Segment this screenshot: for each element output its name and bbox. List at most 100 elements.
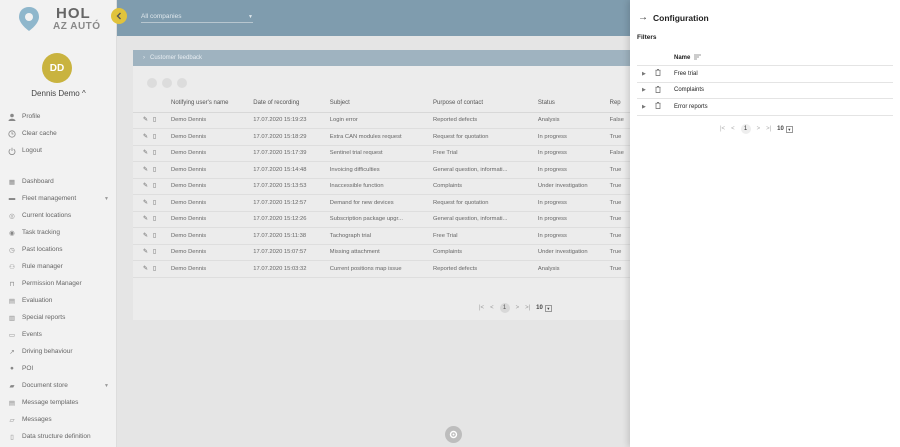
feedback-table: Notifying user's name Date of recording … (133, 94, 630, 278)
column-header[interactable]: Rep (605, 94, 630, 113)
delete-icon[interactable]: ▯ (153, 266, 156, 272)
sidebar-collapse-button[interactable] (111, 8, 127, 24)
edit-icon[interactable]: ✎ (143, 266, 148, 272)
sidebar-item-messages[interactable]: ▱ Messages (0, 411, 117, 428)
menu-item-clear-cache[interactable]: Clear cache (0, 125, 117, 142)
table-row[interactable]: ✎ ▯ Demo Dennis 17.07.2020 15:13:53 Inaccess… (133, 178, 630, 195)
delete-icon[interactable]: ▯ (153, 134, 156, 140)
sidebar-item-current-locations[interactable]: ◎ Current locations (0, 207, 117, 224)
table-row[interactable]: ✎ ▯ Demo Dennis 17.07.2020 15:03:32 Current … (133, 260, 630, 278)
company-select[interactable]: All companies ▼ (141, 13, 253, 23)
delete-icon[interactable]: ▯ (153, 117, 156, 123)
last-page-button[interactable]: >| (525, 305, 530, 311)
search-icon[interactable] (162, 78, 172, 88)
sidebar-item-events[interactable]: ▭ Events (0, 326, 117, 343)
edit-icon[interactable]: ✎ (143, 134, 148, 140)
chevron-down-icon: ▼ (104, 382, 109, 389)
delete-icon[interactable] (655, 69, 663, 78)
next-page-button[interactable]: > (757, 126, 761, 132)
first-page-button[interactable]: |< (479, 305, 484, 311)
avatar[interactable]: DD (42, 53, 72, 83)
card-header-label: Customer feedback (150, 55, 203, 61)
sidebar-item-task-tracking[interactable]: ◉ Task tracking (0, 224, 117, 241)
sidebar-item-document-store[interactable]: ▰ Document store ▼ (0, 377, 117, 394)
sidebar-item-fleet-management[interactable]: ▬ Fleet management ▼ (0, 190, 117, 207)
sidebar-item-driving-behaviour[interactable]: ↗ Driving behaviour (0, 343, 117, 360)
sort-icon[interactable] (694, 54, 702, 62)
delete-icon[interactable]: ▯ (153, 200, 156, 206)
edit-icon[interactable]: ✎ (143, 117, 148, 123)
list-item-label: Error reports (674, 103, 708, 110)
delete-icon[interactable]: ▯ (153, 233, 156, 239)
delete-icon[interactable]: ▯ (153, 249, 156, 255)
page-size-select[interactable]: 10 ▼ (536, 304, 552, 312)
page-size-select[interactable]: 10 ▼ (777, 125, 793, 133)
table-cell: False (605, 145, 630, 162)
table-row[interactable]: ✎ ▯ Demo Dennis 17.07.2020 15:12:57 Demand f… (133, 194, 630, 212)
column-header[interactable]: Notifying user's name (167, 94, 250, 113)
sidebar-item-evaluation[interactable]: ▤ Evaluation (0, 292, 117, 309)
edit-icon[interactable]: ✎ (143, 167, 148, 173)
menu-item-profile[interactable]: Profile (0, 108, 117, 125)
table-row[interactable]: ✎ ▯ Demo Dennis 17.07.2020 15:11:38 Tachogra… (133, 227, 630, 245)
table-cell: Demo Dennis (167, 244, 250, 261)
next-page-button[interactable]: > (516, 305, 520, 311)
user-menu-toggle[interactable]: Dennis Demo ^ (0, 89, 117, 98)
edit-icon[interactable]: ✎ (143, 233, 148, 239)
prev-page-button[interactable]: < (490, 305, 494, 311)
sidebar-item-message-templates[interactable]: ▤ Message templates (0, 394, 117, 411)
list-item[interactable]: ▶ Free trial (637, 66, 893, 83)
prev-page-button[interactable]: < (731, 126, 735, 132)
sidebar-item-permission-manager[interactable]: ⊓ Permission Manager (0, 275, 117, 292)
list-item[interactable]: ▶ Complaints (637, 83, 893, 99)
table-row[interactable]: ✎ ▯ Demo Dennis 17.07.2020 15:17:39 Sentinel… (133, 145, 630, 162)
edit-icon[interactable]: ✎ (143, 150, 148, 156)
sidebar-item-past-locations[interactable]: ◷ Past locations (0, 241, 117, 258)
sidebar-item-data-structure-definition[interactable]: ▯ Data structure definition (0, 428, 117, 445)
delete-icon[interactable]: ▯ (153, 216, 156, 222)
brand-logo[interactable]: HOL AZ AUTÓ (18, 4, 108, 36)
arrow-right-icon[interactable]: → (638, 12, 648, 23)
edit-icon[interactable]: ✎ (143, 200, 148, 206)
table-row[interactable]: ✎ ▯ Demo Dennis 17.07.2020 15:14:48 Invoicin… (133, 161, 630, 179)
table-cell: 17.07.2020 15:13:53 (249, 178, 326, 195)
edit-icon[interactable]: ✎ (143, 216, 148, 222)
column-header-name[interactable]: Name (637, 50, 893, 66)
expand-icon[interactable]: ▶ (642, 87, 650, 93)
location-icon: ◎ (9, 212, 15, 220)
last-page-button[interactable]: >| (766, 126, 771, 132)
expand-icon[interactable]: ▶ (642, 71, 650, 77)
add-icon[interactable] (147, 78, 157, 88)
table-cell: 17.07.2020 15:07:57 (249, 244, 326, 261)
refresh-icon[interactable] (177, 78, 187, 88)
current-page[interactable]: 1 (499, 303, 510, 313)
delete-icon[interactable]: ▯ (153, 167, 156, 173)
column-header[interactable]: Status (533, 94, 606, 113)
delete-icon[interactable]: ▯ (153, 150, 156, 156)
sidebar-item-poi[interactable]: ● POI (0, 360, 117, 377)
delete-icon[interactable]: ▯ (153, 183, 156, 189)
current-page[interactable]: 1 (740, 124, 751, 134)
sidebar-item-rule-manager[interactable]: ⚇ Rule manager (0, 258, 117, 275)
table-row[interactable]: ✎ ▯ Demo Dennis 17.07.2020 15:19:23 Login er… (133, 112, 630, 129)
delete-icon[interactable] (655, 102, 663, 111)
table-row[interactable]: ✎ ▯ Demo Dennis 17.07.2020 15:12:26 Subscrip… (133, 211, 630, 228)
table-row[interactable]: ✎ ▯ Demo Dennis 17.07.2020 15:07:57 Missing … (133, 244, 630, 261)
first-page-button[interactable]: |< (720, 126, 725, 132)
sidebar-item-label: POI (22, 365, 34, 372)
list-item[interactable]: ▶ Error reports (637, 99, 893, 116)
column-header[interactable]: Subject (325, 94, 429, 113)
sidebar-item-dashboard[interactable]: ▦ Dashboard (0, 173, 117, 190)
delete-icon[interactable] (655, 85, 663, 95)
expand-icon[interactable]: ▶ (642, 104, 650, 110)
settings-fab-button[interactable] (445, 426, 462, 443)
table-row[interactable]: ✎ ▯ Demo Dennis 17.07.2020 15:18:29 Extra CA… (133, 128, 630, 146)
menu-item-logout[interactable]: Logout (0, 142, 117, 159)
column-header[interactable]: Purpose of contact (429, 94, 534, 113)
sidebar-item-special-reports[interactable]: ▥ Special reports (0, 309, 117, 326)
card-header[interactable]: › Customer feedback (133, 50, 630, 66)
edit-icon[interactable]: ✎ (143, 183, 148, 189)
edit-icon[interactable]: ✎ (143, 249, 148, 255)
table-cell: In progress (533, 227, 606, 245)
column-header[interactable]: Date of recording (249, 94, 326, 113)
